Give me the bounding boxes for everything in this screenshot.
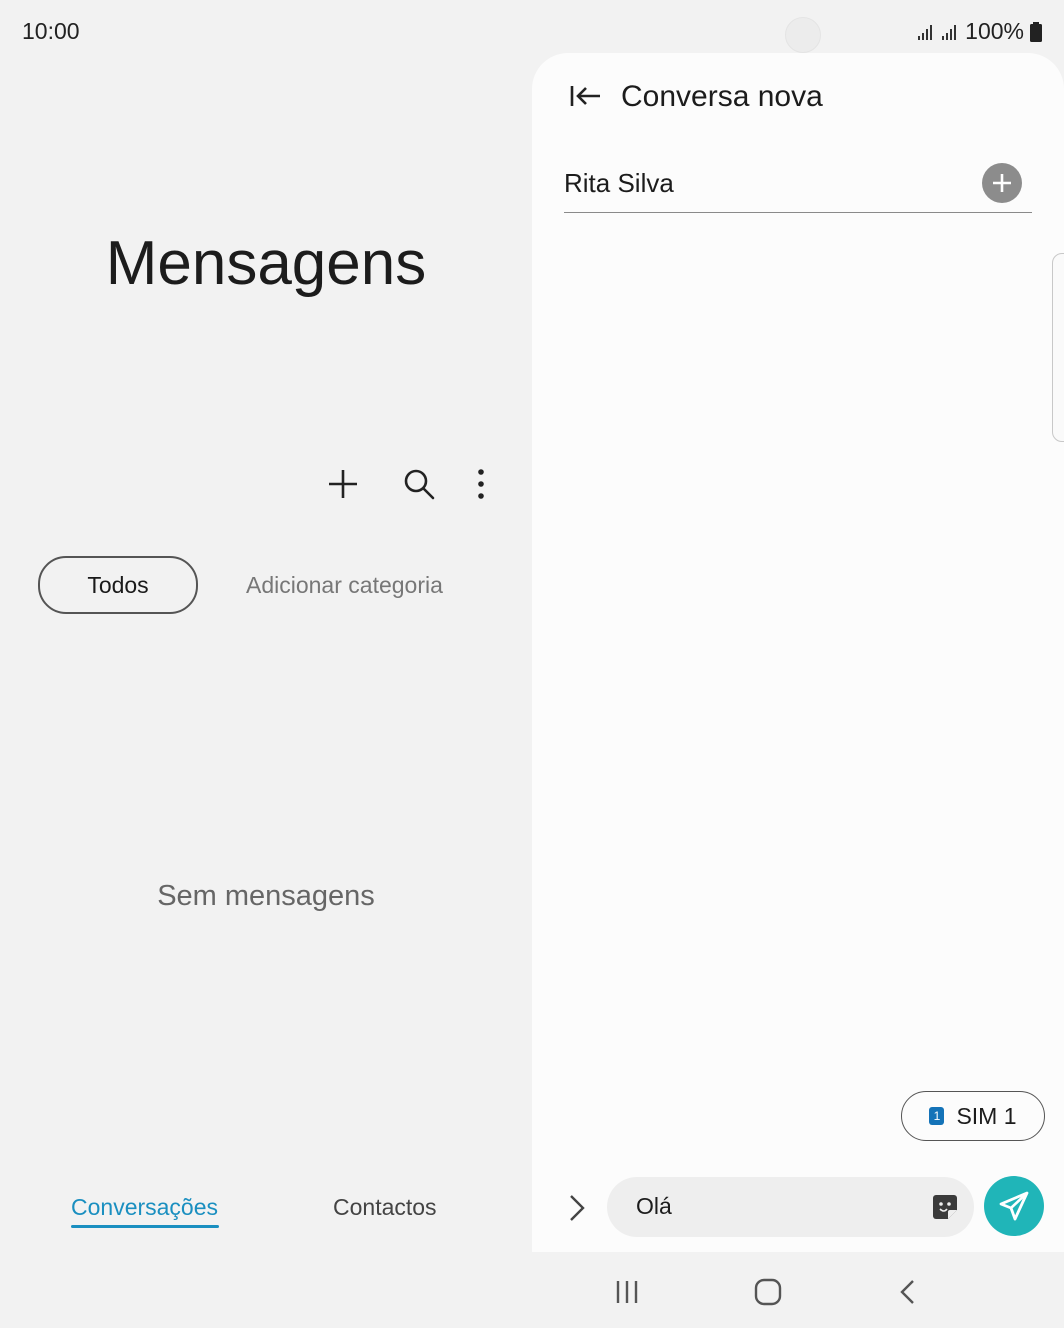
- empty-state-text: Sem mensagens: [157, 880, 375, 912]
- page-title: Conversa nova: [621, 80, 823, 113]
- collapse-back-icon: [570, 86, 600, 106]
- nav-back-button[interactable]: [886, 1272, 930, 1312]
- tab-conversations[interactable]: Conversações: [71, 1194, 218, 1221]
- plus-icon: [993, 174, 1011, 192]
- home-icon: [754, 1278, 782, 1306]
- more-options-icon: [478, 469, 484, 499]
- send-button[interactable]: [984, 1176, 1044, 1236]
- recipient-field[interactable]: Rita Silva: [564, 168, 674, 199]
- conversation-list-pane: [0, 0, 532, 1328]
- recipient-divider: [564, 212, 1032, 213]
- edge-panel-handle[interactable]: [1052, 253, 1064, 442]
- chevron-left-icon: [900, 1280, 914, 1304]
- recent-apps-icon: [616, 1281, 638, 1303]
- battery-percent: 100%: [965, 18, 1024, 44]
- new-conversation-panel: [532, 53, 1064, 1252]
- message-input[interactable]: Olá: [636, 1193, 672, 1220]
- back-button[interactable]: [566, 80, 606, 116]
- recent-apps-button[interactable]: [605, 1272, 649, 1312]
- active-tab-indicator: [71, 1225, 219, 1228]
- signal-icon: [918, 24, 933, 40]
- app-title: Mensagens: [105, 229, 427, 298]
- send-icon: [999, 1191, 1029, 1221]
- new-message-button[interactable]: [321, 462, 365, 506]
- plus-icon: [329, 470, 357, 498]
- search-icon: [404, 469, 435, 500]
- more-options-button[interactable]: [459, 462, 503, 506]
- add-category-chip[interactable]: Adicionar categoria: [246, 572, 443, 599]
- search-button[interactable]: [397, 462, 441, 506]
- home-button[interactable]: [746, 1272, 790, 1312]
- sim-selector-button[interactable]: 1 SIM 1: [901, 1091, 1045, 1141]
- status-indicators: 100%: [917, 18, 1042, 45]
- tab-contacts[interactable]: Contactos: [333, 1194, 437, 1221]
- filter-chip-all[interactable]: Todos: [38, 556, 198, 614]
- camera-cutout: [785, 17, 821, 53]
- add-recipient-button[interactable]: [982, 163, 1022, 203]
- sticker-button[interactable]: [930, 1192, 960, 1222]
- battery-icon: [1030, 21, 1042, 42]
- sim-label: SIM 1: [956, 1102, 1017, 1129]
- sim-card-icon: 1: [929, 1107, 945, 1125]
- chevron-right-icon: [570, 1195, 585, 1221]
- signal-icon: [942, 24, 957, 40]
- expand-attachments-button[interactable]: [562, 1190, 592, 1226]
- sticker-icon: [933, 1195, 957, 1219]
